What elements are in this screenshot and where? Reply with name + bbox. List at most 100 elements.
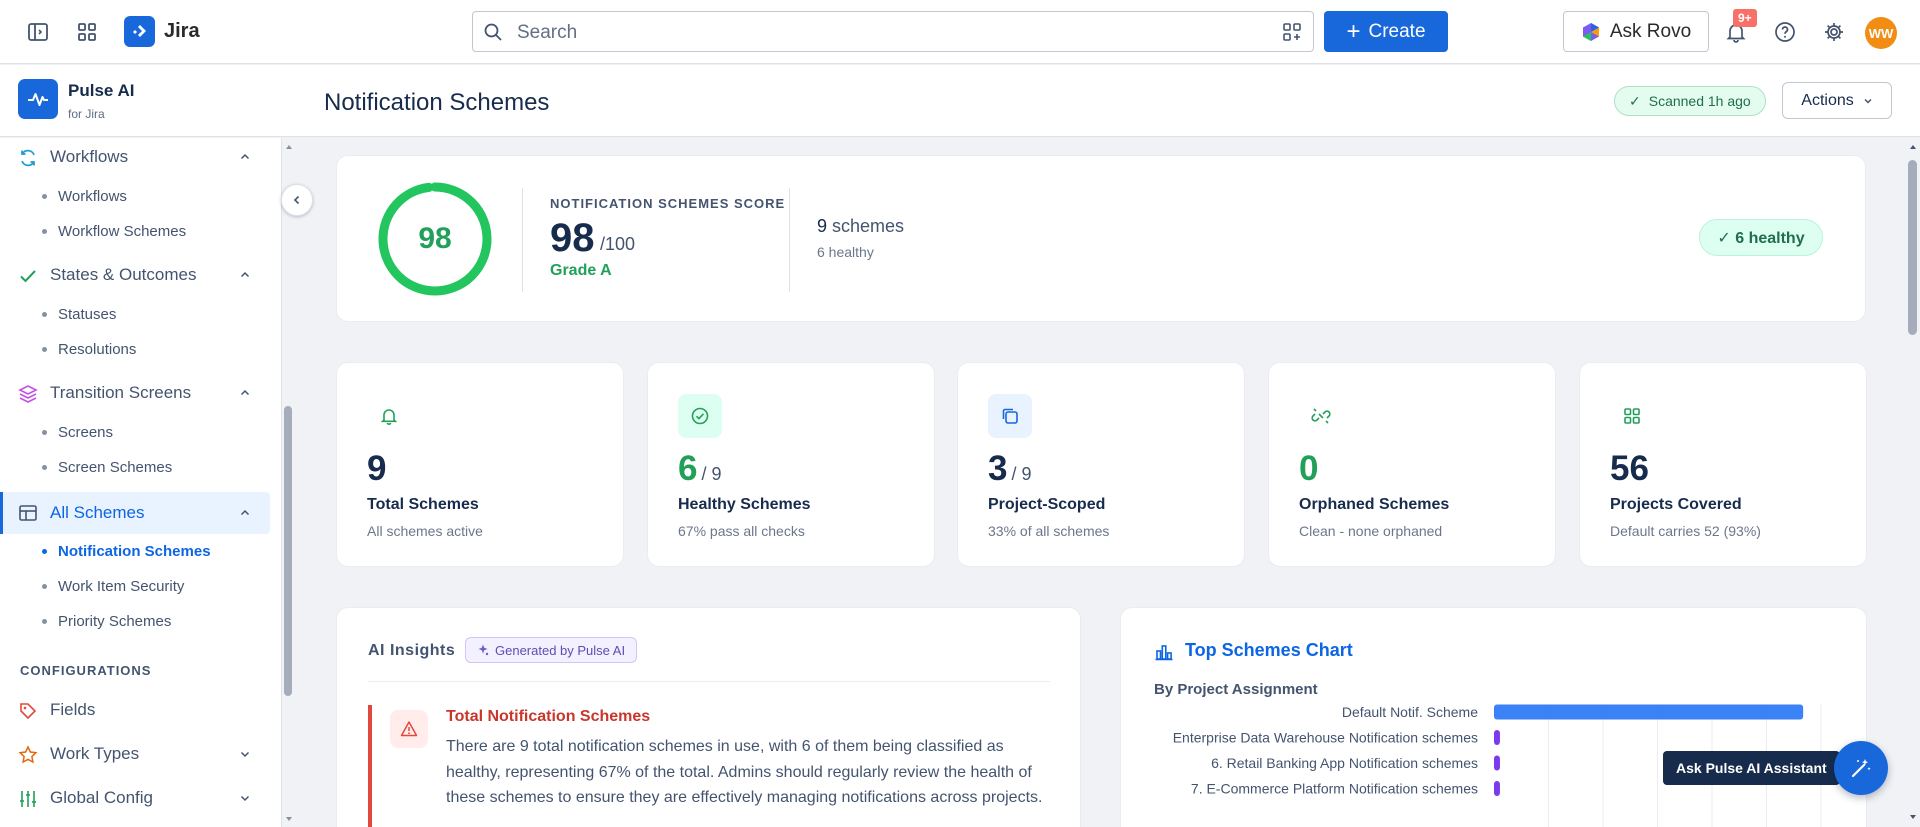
generated-by-badge: Generated by Pulse AI bbox=[465, 637, 638, 663]
top-schemes-chart-card: Top Schemes Chart By Project Assignment … bbox=[1120, 607, 1867, 827]
sidebar-item-screens[interactable]: Screens bbox=[42, 424, 113, 441]
settings-gear-icon[interactable] bbox=[1820, 18, 1848, 46]
pulse-logo-icon[interactable] bbox=[18, 79, 58, 119]
star-icon bbox=[18, 745, 38, 764]
chevron-down-icon bbox=[240, 751, 250, 758]
copy-icon bbox=[988, 394, 1032, 438]
sidebar-group-label: All Schemes bbox=[50, 503, 145, 522]
sliders-icon bbox=[20, 791, 36, 807]
stat-label: Total Schemes bbox=[367, 496, 479, 513]
stat-number: 6 bbox=[678, 449, 698, 488]
sidebar-item-global-config[interactable]: Global Config bbox=[0, 779, 270, 817]
sidebar-group-all-schemes[interactable]: All Schemes bbox=[0, 492, 270, 534]
insight-title: Total Notification Schemes bbox=[446, 708, 651, 725]
page-title: Notification Schemes bbox=[324, 89, 550, 116]
sidebar-scrollbar-thumb[interactable] bbox=[284, 406, 292, 696]
sidebar-item-workflow-schemes[interactable]: Workflow Schemes bbox=[42, 223, 186, 240]
chevron-down-icon bbox=[1864, 98, 1872, 104]
sidebar-item-fields[interactable]: Fields bbox=[0, 691, 270, 729]
jira-logo-icon[interactable] bbox=[124, 16, 155, 47]
scroll-down-arrow-icon[interactable] bbox=[284, 814, 294, 824]
top-navigation-bar: Jira Search + Create Ask Rovo 9+ WW bbox=[0, 0, 1920, 64]
main-scrollbar-thumb[interactable] bbox=[1908, 160, 1917, 335]
stat-card-projects-covered: 56 Projects Covered Default carries 52 (… bbox=[1579, 362, 1867, 567]
actions-label: Actions bbox=[1801, 91, 1854, 109]
stat-value: 3/ 9 bbox=[988, 449, 1031, 489]
stat-label: Project-Scoped bbox=[988, 496, 1106, 513]
sidebar-item-screen-schemes[interactable]: Screen Schemes bbox=[42, 459, 172, 476]
magic-wand-icon bbox=[1851, 759, 1871, 778]
scroll-up-arrow-icon[interactable] bbox=[1908, 142, 1918, 152]
chevron-down-icon bbox=[240, 795, 250, 802]
stat-card-orphaned-schemes: 0 Orphaned Schemes Clean - none orphaned bbox=[1268, 362, 1556, 567]
warning-triangle-icon bbox=[390, 710, 428, 748]
sidebar-item-work-item-security[interactable]: Work Item Security bbox=[42, 578, 184, 595]
score-summary-card: 98 NOTIFICATION SCHEMES SCORE 98 /100 Gr… bbox=[336, 155, 1866, 322]
check-circle-icon bbox=[678, 394, 722, 438]
chart-bar[interactable] bbox=[1494, 755, 1500, 771]
actions-dropdown-button[interactable]: Actions bbox=[1782, 82, 1892, 119]
sidebar-group-label: Workflows bbox=[50, 147, 129, 166]
chevron-up-icon bbox=[240, 271, 250, 278]
create-button[interactable]: + Create bbox=[1324, 11, 1448, 52]
notification-count-badge: 9+ bbox=[1733, 9, 1757, 27]
sidebar-item-label: Screen Schemes bbox=[58, 459, 173, 476]
sidebar-section-heading: CONFIGURATIONS bbox=[20, 663, 152, 678]
help-icon[interactable] bbox=[1771, 18, 1799, 46]
chart-bar[interactable] bbox=[1494, 704, 1804, 720]
sidebar-group-transition-screens[interactable]: Transition Screens bbox=[0, 374, 270, 412]
stat-value: 6/ 9 bbox=[678, 449, 721, 489]
stat-subtext: 67% pass all checks bbox=[678, 523, 805, 539]
scroll-up-arrow-icon[interactable] bbox=[284, 142, 294, 152]
product-name[interactable]: Jira bbox=[164, 20, 200, 43]
tag-icon bbox=[20, 703, 37, 720]
scan-status-badge: ✓ Scanned 1h ago bbox=[1614, 86, 1766, 116]
schemes-healthy-line: 6 healthy bbox=[817, 244, 874, 260]
sidebar: Workflows Workflows Workflow Schemes Sta… bbox=[0, 138, 282, 827]
sidebar-group-workflows[interactable]: Workflows bbox=[0, 138, 270, 176]
sidebar-group-states-outcomes[interactable]: States & Outcomes bbox=[0, 256, 270, 294]
stat-number: 3 bbox=[988, 449, 1008, 488]
sidebar-item-label: Statuses bbox=[58, 306, 117, 323]
sidebar-item-notification-schemes[interactable]: Notification Schemes bbox=[42, 543, 211, 560]
ask-assistant-button[interactable] bbox=[1834, 741, 1888, 795]
app-subtitle: for Jira bbox=[68, 107, 105, 121]
app-name: Pulse AI bbox=[68, 81, 135, 100]
chart-category-label: 7. E-Commerce Platform Notification sche… bbox=[1191, 781, 1478, 797]
sidebar-item-label: Work Item Security bbox=[58, 578, 185, 595]
divider bbox=[789, 188, 790, 292]
chart-category-label: 6. Retail Banking App Notification schem… bbox=[1211, 755, 1478, 771]
scroll-down-arrow-icon[interactable] bbox=[1908, 812, 1918, 822]
unlink-icon bbox=[1299, 394, 1343, 438]
app-switcher-icon[interactable] bbox=[73, 18, 101, 46]
user-avatar[interactable]: WW bbox=[1865, 17, 1897, 49]
search-input[interactable]: Search bbox=[472, 11, 1314, 52]
sidebar-item-workflows[interactable]: Workflows bbox=[42, 188, 127, 205]
collapse-sidebar-button[interactable] bbox=[281, 184, 313, 216]
plus-icon: + bbox=[1346, 17, 1361, 45]
stat-number: 56 bbox=[1610, 449, 1649, 488]
sidebar-item-priority-schemes[interactable]: Priority Schemes bbox=[42, 613, 171, 630]
stat-label: Projects Covered bbox=[1610, 496, 1742, 513]
sidebar-toggle-icon[interactable] bbox=[24, 18, 52, 46]
ai-insights-title: AI Insights bbox=[368, 642, 456, 659]
sidebar-item-label: Fields bbox=[50, 700, 96, 719]
filter-grid-icon[interactable] bbox=[1281, 21, 1303, 43]
stat-value: 0 bbox=[1299, 449, 1318, 489]
chart-bar[interactable] bbox=[1494, 781, 1500, 796]
divider bbox=[522, 188, 523, 292]
sidebar-item-label: Workflow Schemes bbox=[58, 223, 187, 240]
score-grade: Grade A bbox=[550, 262, 612, 279]
generated-by-label: Generated by Pulse AI bbox=[495, 642, 626, 658]
sidebar-group-label: Transition Screens bbox=[50, 383, 192, 402]
chart-bar[interactable] bbox=[1494, 730, 1500, 745]
sidebar-item-resolutions[interactable]: Resolutions bbox=[42, 341, 136, 358]
stat-label: Orphaned Schemes bbox=[1299, 496, 1450, 513]
sidebar-item-statuses[interactable]: Statuses bbox=[42, 306, 116, 323]
sidebar-item-work-types[interactable]: Work Types bbox=[0, 735, 270, 773]
score-ring-value: 98 bbox=[418, 222, 452, 255]
healthy-status-pill: ✓ 6 healthy bbox=[1699, 219, 1823, 256]
sidebar-item-label: Workflows bbox=[58, 188, 127, 205]
score-kicker: NOTIFICATION SCHEMES SCORE bbox=[550, 196, 786, 211]
ask-rovo-button[interactable]: Ask Rovo bbox=[1563, 11, 1709, 52]
